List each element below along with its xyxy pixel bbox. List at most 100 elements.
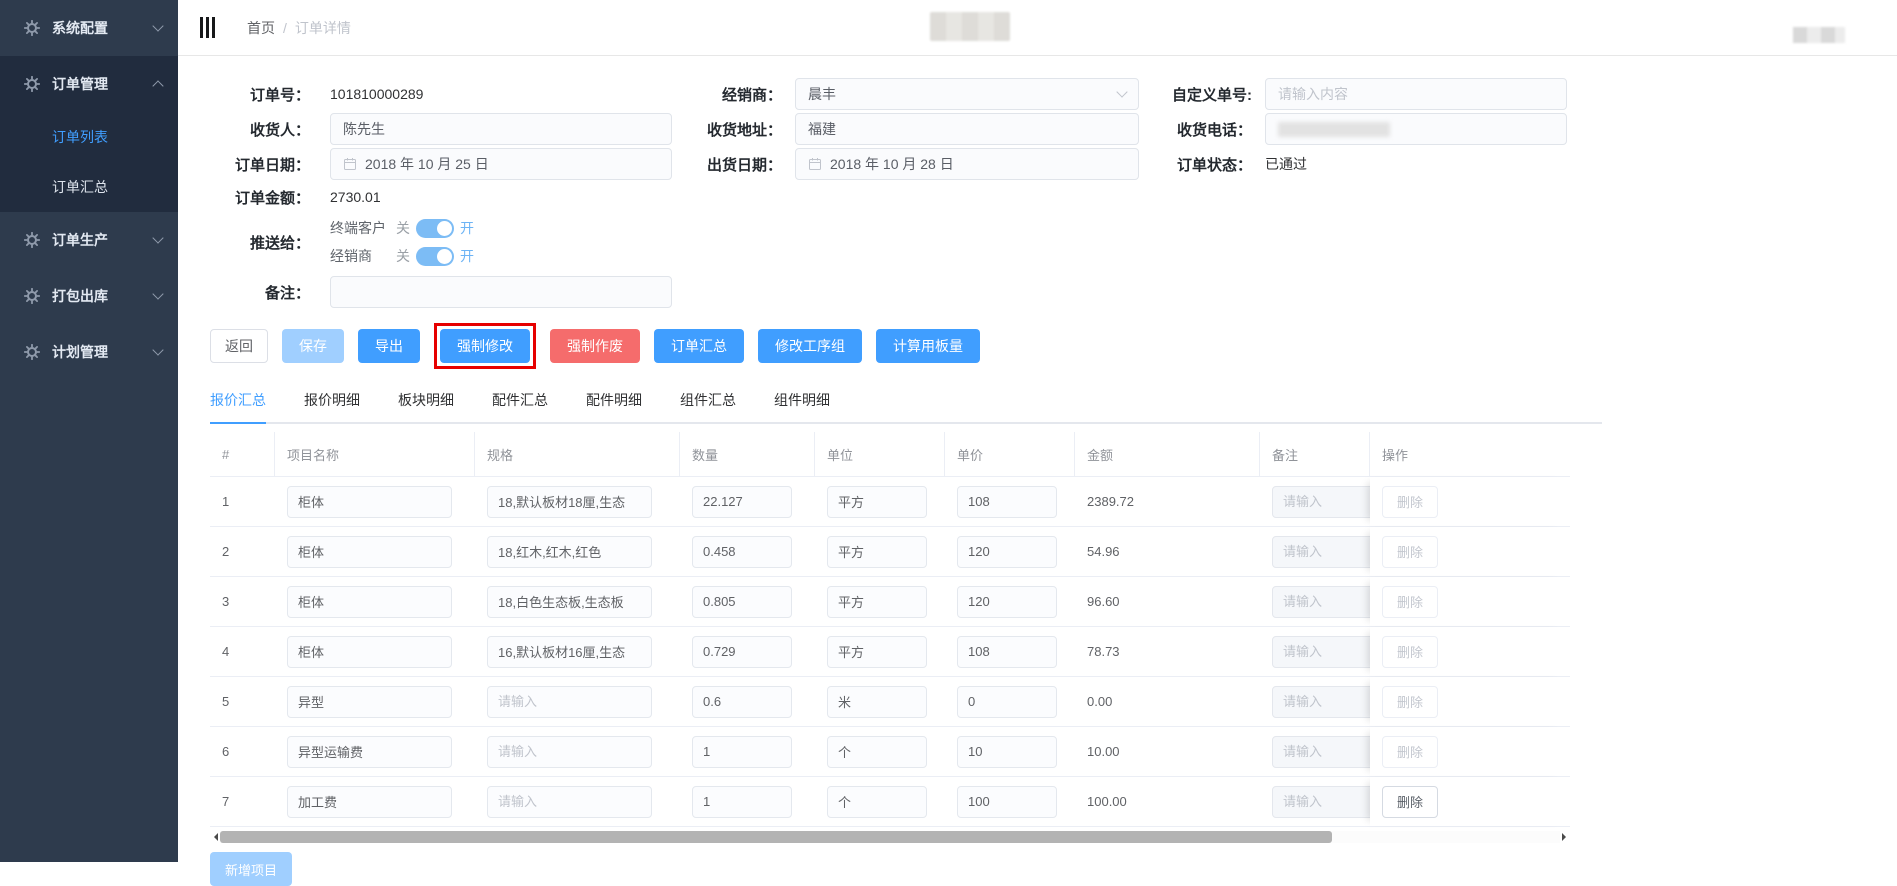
censored-region: [930, 12, 1010, 41]
unit-price-input[interactable]: [957, 685, 1057, 718]
ship-date-picker[interactable]: 2018 年 10 月 28 日: [795, 148, 1139, 180]
tab-板块明细[interactable]: 板块明细: [398, 380, 454, 422]
spec-input[interactable]: [487, 685, 652, 718]
toggle-name: 终端客户: [330, 220, 386, 236]
unit-input[interactable]: [827, 635, 927, 668]
item-name-input[interactable]: [287, 735, 452, 768]
unit-price-input[interactable]: [957, 785, 1057, 818]
toolbar-button-修改工序组[interactable]: 修改工序组: [758, 329, 862, 363]
spec-input[interactable]: [487, 635, 652, 668]
sidebar-subitem-订单列表[interactable]: 订单列表: [0, 112, 178, 162]
order-date-picker[interactable]: 2018 年 10 月 25 日: [330, 148, 672, 180]
scroll-left-arrow-icon[interactable]: [210, 833, 218, 841]
unit-price-input[interactable]: [957, 735, 1057, 768]
scroll-right-arrow-icon[interactable]: [1562, 833, 1570, 841]
amount-value: 78.73: [1087, 644, 1120, 659]
toggle-switch[interactable]: [416, 218, 454, 238]
breadcrumb-home[interactable]: 首页: [247, 20, 275, 36]
unit-input[interactable]: [827, 485, 927, 518]
address-input[interactable]: [795, 113, 1139, 145]
scrollbar-thumb[interactable]: [220, 831, 1333, 843]
item-name-input[interactable]: [287, 685, 452, 718]
consignee-input[interactable]: [330, 113, 672, 145]
horizontal-scrollbar[interactable]: [210, 830, 1570, 844]
delete-row-button: 删除: [1382, 585, 1439, 618]
chevron-down-icon: [152, 344, 164, 356]
gear-icon: [24, 288, 40, 304]
toolbar-button-保存[interactable]: 保存: [282, 329, 344, 363]
table-row: 3 96.60 删除: [210, 577, 1570, 627]
unit-price-input[interactable]: [957, 635, 1057, 668]
unit-input[interactable]: [827, 735, 927, 768]
item-name-input[interactable]: [287, 585, 452, 618]
row-index: 6: [222, 744, 230, 759]
toolbar-button-计算用板量[interactable]: 计算用板量: [876, 329, 980, 363]
column-header: 数量: [680, 432, 815, 476]
sidebar-item-系统配置[interactable]: 系统配置: [0, 0, 178, 56]
sidebar-item-打包出库[interactable]: 打包出库: [0, 268, 178, 324]
add-item-button[interactable]: 新增项目: [210, 852, 293, 886]
quantity-input[interactable]: [692, 635, 792, 668]
quantity-input[interactable]: [692, 535, 792, 568]
push-label: 推送给：: [249, 234, 310, 252]
item-name-input[interactable]: [287, 485, 452, 518]
unit-price-input[interactable]: [957, 485, 1057, 518]
unit-input[interactable]: [827, 535, 927, 568]
unit-input[interactable]: [827, 685, 927, 718]
quantity-input[interactable]: [692, 785, 792, 818]
tab-组件汇总[interactable]: 组件汇总: [680, 380, 736, 422]
spec-input[interactable]: [487, 785, 652, 818]
quantity-input[interactable]: [692, 585, 792, 618]
quantity-input[interactable]: [692, 735, 792, 768]
sidebar-item-label: 计划管理: [52, 344, 108, 360]
spec-input[interactable]: [487, 535, 652, 568]
toggle-off-label: 关: [396, 220, 410, 236]
tab-组件明细[interactable]: 组件明细: [774, 380, 830, 422]
toolbar-button-导出[interactable]: 导出: [358, 329, 420, 363]
sidebar-subitem-订单汇总[interactable]: 订单汇总: [0, 162, 178, 212]
spec-input[interactable]: [487, 585, 652, 618]
delete-row-button: 删除: [1382, 685, 1439, 718]
tab-报价汇总[interactable]: 报价汇总: [210, 380, 266, 424]
amount-value: 54.96: [1087, 544, 1120, 559]
table-row: 2 54.96 删除: [210, 527, 1570, 577]
delete-row-button[interactable]: 删除: [1382, 785, 1439, 818]
unit-price-input[interactable]: [957, 585, 1057, 618]
item-name-input[interactable]: [287, 635, 452, 668]
sidebar-item-订单管理[interactable]: 订单管理: [0, 56, 178, 112]
highlight-annotation-box: 强制修改: [434, 323, 536, 369]
toolbar-button-返回[interactable]: 返回: [210, 329, 268, 363]
unit-price-input[interactable]: [957, 535, 1057, 568]
row-index: 3: [222, 594, 230, 609]
unit-input[interactable]: [827, 585, 927, 618]
custom-no-input[interactable]: [1265, 78, 1567, 110]
item-name-input[interactable]: [287, 535, 452, 568]
scrollbar-track[interactable]: [220, 831, 1560, 843]
spec-input[interactable]: [487, 735, 652, 768]
toolbar-button-强制修改[interactable]: 强制修改: [440, 329, 530, 363]
dealer-select[interactable]: 晨丰: [795, 78, 1139, 110]
row-remark-input: [1272, 635, 1370, 668]
item-name-input[interactable]: [287, 785, 452, 818]
phone-input[interactable]: [1265, 113, 1567, 145]
remark-input[interactable]: [330, 276, 672, 308]
quantity-input[interactable]: [692, 685, 792, 718]
tab-报价明细[interactable]: 报价明细: [304, 380, 360, 422]
toggle-off-label: 关: [396, 248, 410, 264]
status-label: 订单状态：: [1176, 156, 1252, 174]
row-remark-input: [1272, 785, 1370, 818]
column-header: 项目名称: [275, 432, 475, 476]
tab-配件明细[interactable]: 配件明细: [586, 380, 642, 422]
toggle-switch[interactable]: [416, 246, 454, 266]
unit-input[interactable]: [827, 785, 927, 818]
toolbar-button-强制作废[interactable]: 强制作废: [550, 329, 640, 363]
spec-input[interactable]: [487, 485, 652, 518]
table-body: 1 2389.72 删除 2 54.96 删除 3 96.60 删除 4 78.73 删除 5 0.00 删…: [210, 477, 1570, 827]
breadcrumb-current: 订单详情: [294, 19, 351, 36]
sidebar-item-计划管理[interactable]: 计划管理: [0, 324, 178, 380]
sidebar-collapse-icon[interactable]: [200, 17, 215, 38]
toolbar-button-订单汇总[interactable]: 订单汇总: [654, 329, 744, 363]
tab-配件汇总[interactable]: 配件汇总: [492, 380, 548, 422]
sidebar-item-订单生产[interactable]: 订单生产: [0, 212, 178, 268]
quantity-input[interactable]: [692, 485, 792, 518]
